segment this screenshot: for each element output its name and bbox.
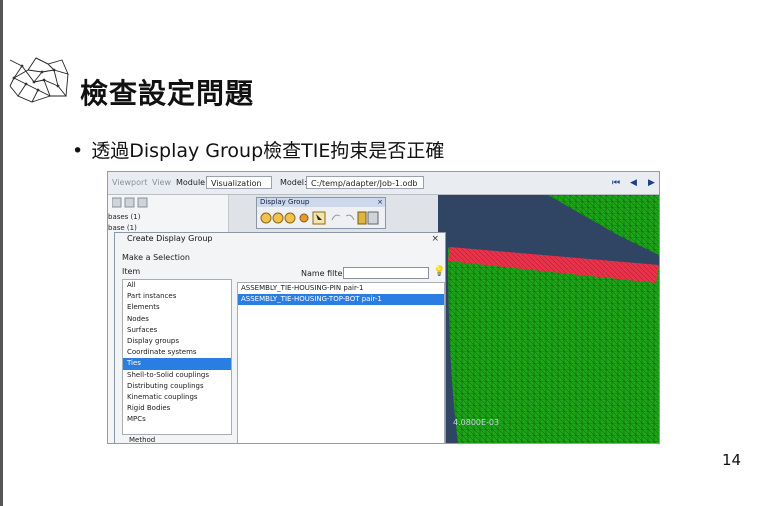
item-option[interactable]: Nodes	[123, 314, 231, 325]
module-label: Module:	[176, 178, 208, 187]
display-group-icons[interactable]	[260, 210, 380, 226]
bullet-text: 透過Display Group檢查TIE拘束是否正確	[91, 140, 445, 162]
item-list: All Part instances Elements Nodes Surfac…	[122, 279, 232, 435]
item-option[interactable]: MPCs	[123, 414, 231, 425]
results-list: ASSEMBLY_TIE-HOUSING-PIN pair-1 ASSEMBLY…	[237, 282, 445, 443]
dialog-title: Create Display Group	[127, 234, 213, 243]
next-frame-button[interactable]: ▶	[648, 178, 655, 188]
model-select[interactable]: C:/temp/adapter/Job-1.odb	[306, 176, 424, 189]
lightbulb-icon[interactable]: 💡	[433, 266, 445, 277]
display-group-close-button[interactable]: ×	[377, 198, 383, 207]
model-viewport[interactable]: 4.0800E-03	[438, 195, 659, 443]
item-option[interactable]: Part instances	[123, 291, 231, 302]
context-toolbar: Viewport View Module: Visualization Mode…	[108, 172, 659, 195]
slide-left-border	[0, 0, 3, 506]
item-option[interactable]: Kinematic couplings	[123, 392, 231, 403]
viewport-readout: 4.0800E-03	[453, 418, 499, 427]
item-option[interactable]: Coordinate systems	[123, 347, 231, 358]
page-number: 14	[722, 451, 742, 469]
display-group-title: Display Group ×	[257, 198, 385, 207]
display-group-title-text: Display Group	[260, 198, 310, 206]
menu-item-viewport[interactable]: Viewport	[112, 178, 147, 187]
result-option-selected[interactable]: ASSEMBLY_TIE-HOUSING-TOP-BOT pair-1	[238, 294, 444, 305]
item-option[interactable]: Elements	[123, 302, 231, 313]
first-frame-button[interactable]: ⏮	[612, 178, 620, 188]
result-option[interactable]: ASSEMBLY_TIE-HOUSING-PIN pair-1	[238, 283, 444, 294]
dialog-close-button[interactable]: ×	[431, 233, 439, 245]
prev-frame-button[interactable]: ◀	[630, 178, 637, 188]
tree-item[interactable]: base (1)	[108, 224, 137, 232]
bullet-marker: •	[72, 140, 84, 162]
slide-bullet: • 透過Display Group檢查TIE拘束是否正確	[72, 136, 444, 163]
item-option-selected[interactable]: Ties	[123, 358, 231, 370]
item-option[interactable]: Shell-to-Solid couplings	[123, 370, 231, 381]
name-filter-label: Name filter:	[301, 269, 349, 278]
abaqus-screenshot: Viewport View Module: Visualization Mode…	[107, 171, 660, 444]
tree-item[interactable]: bases (1)	[108, 213, 140, 221]
menu-item-view[interactable]: View	[152, 178, 171, 187]
network-logo-icon	[8, 56, 72, 106]
create-display-group-dialog: Create Display Group × Make a Selection …	[114, 232, 446, 444]
tree-toolbar-icons[interactable]	[112, 197, 172, 209]
item-option[interactable]: Rigid Bodies	[123, 403, 231, 414]
name-filter-input[interactable]	[343, 267, 429, 279]
item-option[interactable]: Surfaces	[123, 325, 231, 336]
module-select[interactable]: Visualization	[206, 176, 272, 189]
display-group-toolbar: Display Group ×	[256, 197, 386, 229]
dialog-titlebar: Create Display Group ×	[115, 233, 445, 245]
item-option[interactable]: All	[123, 280, 231, 291]
item-option[interactable]: Distributing couplings	[123, 381, 231, 392]
make-selection-label: Make a Selection	[122, 253, 190, 262]
item-header: Item	[122, 267, 141, 276]
slide-title: 檢查設定問題	[80, 77, 255, 110]
item-option[interactable]: Display groups	[123, 336, 231, 347]
method-label: Method	[129, 436, 156, 444]
model-label: Model:	[280, 178, 307, 187]
